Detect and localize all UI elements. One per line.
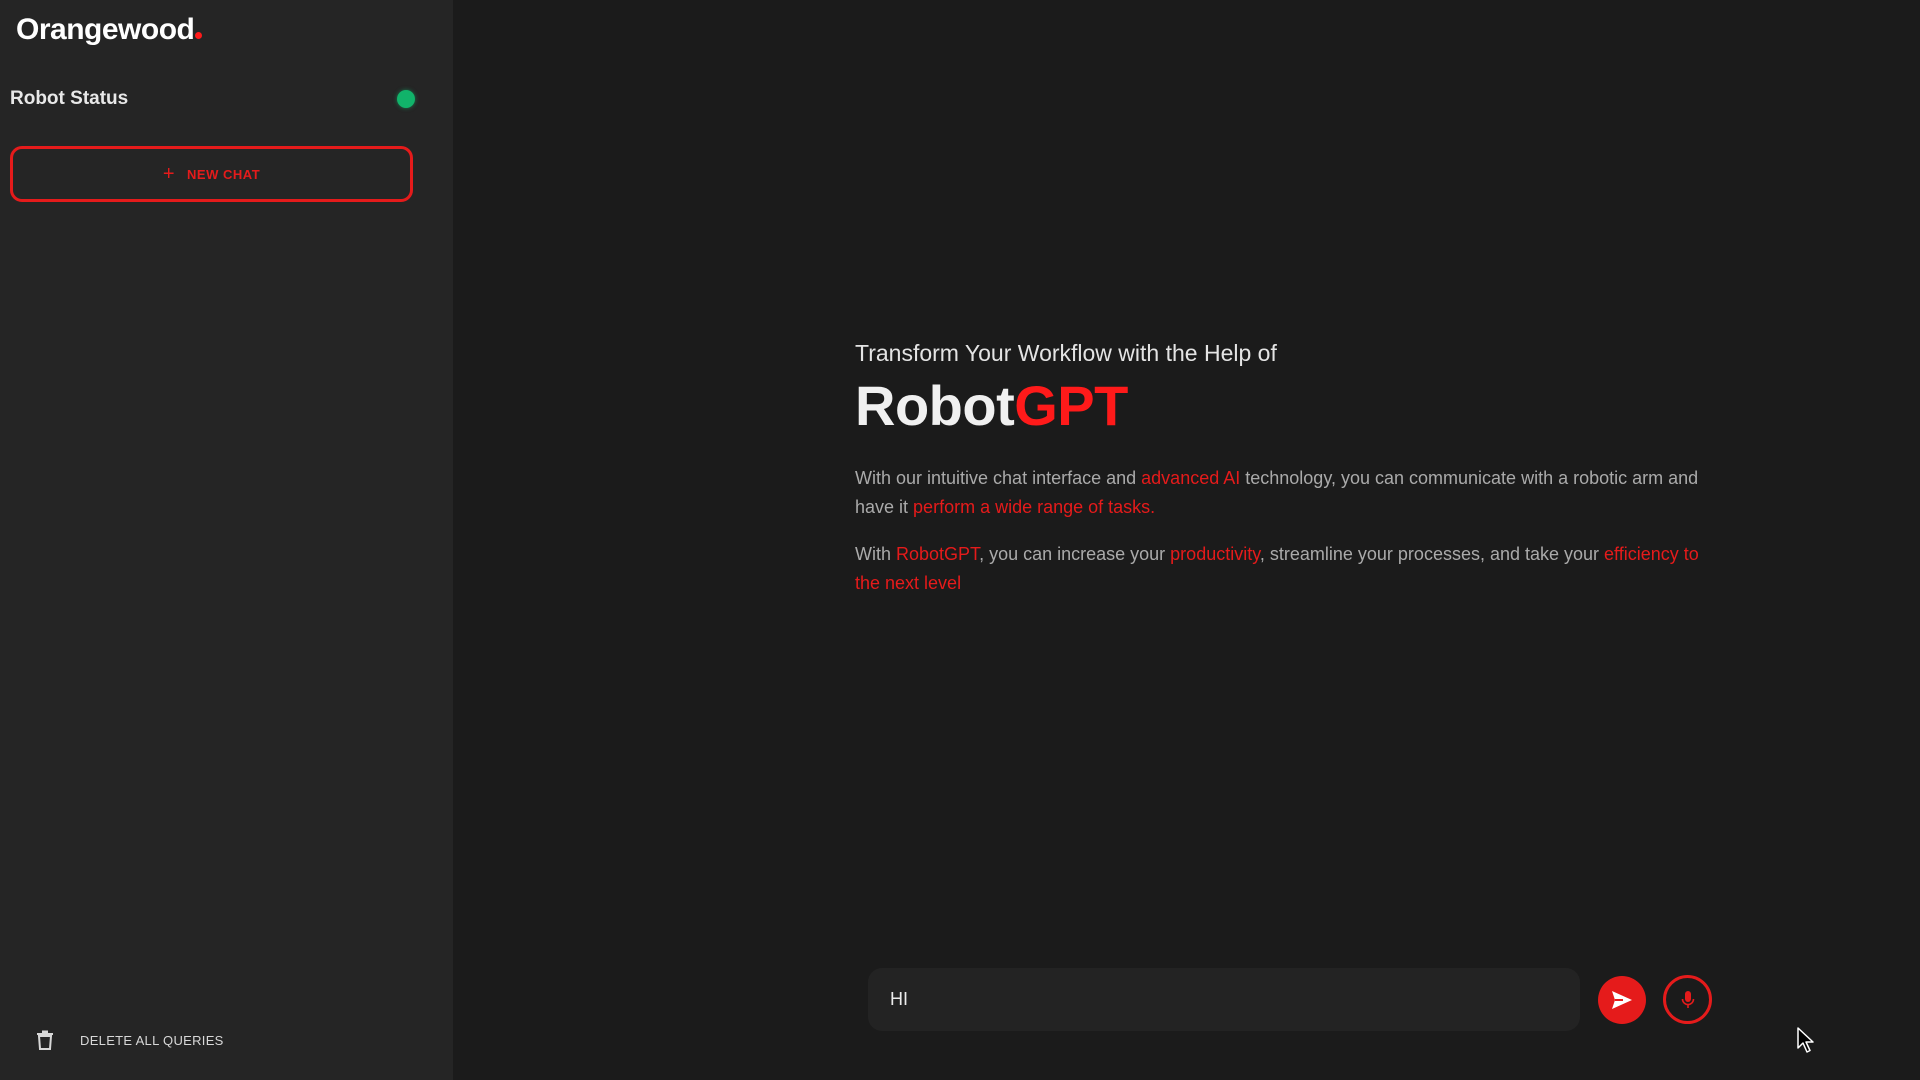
status-indicator-icon	[397, 90, 415, 108]
delete-all-queries-button[interactable]: DELETE ALL QUERIES	[36, 1030, 224, 1050]
logo-dot-icon	[195, 32, 203, 39]
chat-input-box	[868, 968, 1580, 1031]
mouse-cursor-icon	[1797, 1027, 1814, 1053]
microphone-icon	[1681, 990, 1694, 1008]
new-chat-label: NEW CHAT	[187, 166, 261, 182]
para1-text-1: With our intuitive chat interface and	[855, 468, 1142, 488]
para2-text-3: , streamline your processes, and take yo…	[1259, 544, 1605, 564]
robot-status-label: Robot Status	[10, 88, 129, 109]
new-chat-button[interactable]: + NEW CHAT	[10, 146, 413, 202]
para2-text-1: With	[855, 544, 897, 564]
chat-input[interactable]	[888, 988, 1560, 1011]
trash-icon	[37, 1030, 53, 1050]
brand-logo-text: Orangewood	[16, 13, 195, 46]
send-button[interactable]	[1598, 975, 1646, 1024]
send-icon	[1612, 990, 1632, 1009]
para1-highlight-2: perform a wide range of tasks.	[913, 497, 1156, 517]
robot-status: Robot Status	[10, 88, 415, 110]
main-panel: Transform Your Workflow with the Help of…	[453, 0, 1920, 1080]
delete-all-queries-label: DELETE ALL QUERIES	[80, 1032, 224, 1048]
hero-subtitle: Transform Your Workflow with the Help of	[855, 340, 1277, 366]
sidebar: Orangewood Robot Status + NEW CHAT DELET…	[0, 0, 453, 1080]
chat-composer	[868, 968, 1712, 1031]
app-root: Orangewood Robot Status + NEW CHAT DELET…	[0, 0, 1920, 1080]
para1-highlight-1: advanced AI	[1141, 468, 1241, 488]
para2-highlight-1: RobotGPT	[896, 544, 980, 564]
welcome-hero: Transform Your Workflow with the Help of…	[855, 340, 1715, 616]
para2-text-2: , you can increase your	[979, 544, 1171, 564]
para2-highlight-2: productivity	[1170, 544, 1260, 564]
hero-title: RobotGPT	[855, 373, 1715, 438]
microphone-button[interactable]	[1663, 975, 1712, 1024]
hero-paragraph-2: With RobotGPT, you can increase your pro…	[855, 540, 1715, 598]
hero-title-accent: GPT	[1014, 374, 1128, 437]
hero-title-main: Robot	[855, 374, 1015, 437]
brand-logo: Orangewood	[16, 13, 203, 47]
plus-icon: +	[162, 163, 176, 185]
hero-paragraph-1: With our intuitive chat interface and ad…	[855, 464, 1715, 522]
